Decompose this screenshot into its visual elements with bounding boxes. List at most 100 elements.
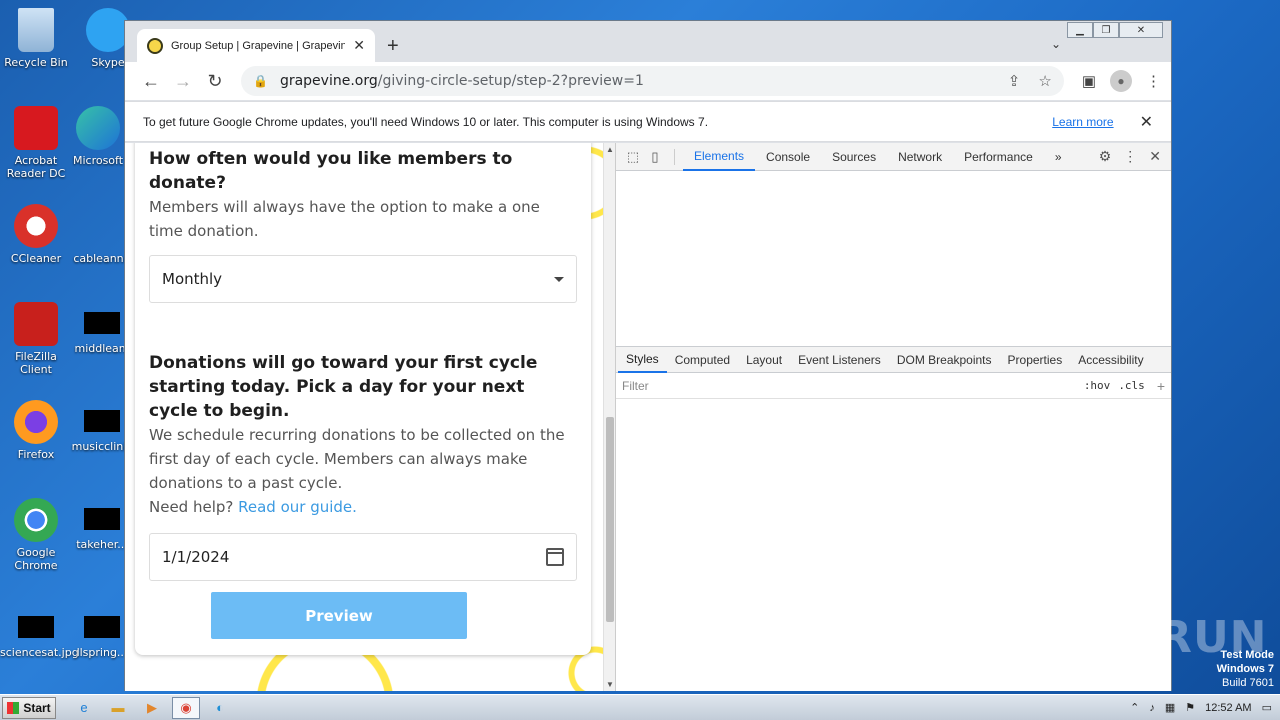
scroll-down-arrow-icon[interactable]: ▼ <box>606 680 614 689</box>
devtools-menu-icon[interactable]: ⋮ <box>1123 148 1137 165</box>
toolbar-right: ▣ ● ⋮ <box>1082 70 1161 92</box>
volume-icon[interactable]: ♪ <box>1149 702 1155 714</box>
infobar-close-icon[interactable]: ✕ <box>1140 112 1153 132</box>
browser-tab[interactable]: Group Setup | Grapevine | Grapevine ✕ <box>137 29 375 62</box>
edge-icon <box>76 106 120 150</box>
desktop-icon-recycle-bin[interactable]: Recycle Bin <box>0 8 72 69</box>
show-desktop-button[interactable]: ▭ <box>1262 701 1272 714</box>
taskbar-explorer-icon[interactable]: ▬ <box>104 697 132 719</box>
styles-tab-properties[interactable]: Properties <box>1000 347 1071 373</box>
browser-window: ▁ ❐ ✕ Group Setup | Grapevine | Grapevin… <box>124 20 1172 691</box>
minimize-button[interactable]: ▁ <box>1067 22 1093 38</box>
update-infobar: To get future Google Chrome updates, you… <box>125 101 1171 142</box>
taskbar-internet-explorer-icon[interactable]: e <box>70 697 98 719</box>
omnibox-actions: ⇪ ☆ <box>1008 72 1052 90</box>
windows-test-mode-notice: Test Mode Windows 7 Build 7601 <box>1217 648 1274 690</box>
forward-button[interactable]: → <box>167 66 199 96</box>
styles-tab-dom-breakpoints[interactable]: DOM Breakpoints <box>889 347 1000 373</box>
cycle-date-input[interactable]: 1/1/2024 <box>149 533 577 581</box>
styles-tab-event-listeners[interactable]: Event Listeners <box>790 347 889 373</box>
devtools-divider <box>674 148 675 165</box>
devtools-tab-sources[interactable]: Sources <box>821 143 887 171</box>
devtools-tab-performance[interactable]: Performance <box>953 143 1044 171</box>
new-tab-button[interactable]: + <box>387 35 399 58</box>
cycle-question-title: Donations will go toward your first cycl… <box>149 353 538 421</box>
styles-tab-computed[interactable]: Computed <box>667 347 738 373</box>
clock[interactable]: 12:52 AM <box>1205 702 1251 714</box>
tab-close-icon[interactable]: ✕ <box>353 37 365 54</box>
file-thumbnail-icon <box>84 410 120 432</box>
desktop-icon-firefox[interactable]: Firefox <box>0 400 72 461</box>
styles-tab-accessibility[interactable]: Accessibility <box>1070 347 1151 373</box>
settings-gear-icon[interactable]: ⚙ <box>1099 148 1112 165</box>
window-close-button[interactable]: ✕ <box>1119 22 1163 38</box>
side-panel-icon[interactable]: ▣ <box>1082 72 1096 90</box>
share-icon[interactable]: ⇪ <box>1008 72 1021 90</box>
network-icon[interactable]: ▦ <box>1165 701 1175 714</box>
file-icon <box>80 204 124 248</box>
taskbar-media-player-icon[interactable]: ▶ <box>138 697 166 719</box>
reload-button[interactable]: ↻ <box>199 66 231 96</box>
grapevine-favicon-icon <box>147 37 163 54</box>
profile-avatar-icon[interactable]: ● <box>1110 70 1132 92</box>
restore-button[interactable]: ❐ <box>1093 22 1119 38</box>
address-bar[interactable]: 🔒 grapevine.org/giving-circle-setup/step… <box>241 66 1064 96</box>
start-label: Start <box>23 700 51 715</box>
cls-toggle[interactable]: .cls <box>1118 379 1145 392</box>
window-controls: ▁ ❐ ✕ <box>1067 22 1163 38</box>
back-button[interactable]: ← <box>135 66 167 96</box>
scroll-up-arrow-icon[interactable]: ▲ <box>606 145 614 154</box>
devtools-tab-console[interactable]: Console <box>755 143 821 171</box>
preview-button[interactable]: Preview <box>211 592 467 639</box>
elements-dom-tree[interactable] <box>616 171 1171 347</box>
desktop-icon-ccleaner[interactable]: CCleaner <box>0 204 72 265</box>
taskbar-chrome-icon[interactable]: ◉ <box>172 696 200 719</box>
inspect-element-icon[interactable]: ⬚ <box>622 149 644 165</box>
device-toolbar-icon[interactable]: ▯ <box>644 149 666 165</box>
windows-version-line: Windows 7 <box>1216 663 1274 675</box>
devtools-tab-network[interactable]: Network <box>887 143 953 171</box>
file-thumbnail-icon <box>84 508 120 530</box>
styles-filter-input[interactable]: Filter <box>622 379 1076 393</box>
filezilla-icon <box>14 302 58 346</box>
new-style-rule-icon[interactable]: + <box>1157 378 1165 394</box>
ccleaner-icon <box>14 204 58 248</box>
desktop-icon-sciencesat[interactable]: sciencesat.jpg <box>0 606 79 659</box>
calendar-icon[interactable] <box>546 548 564 566</box>
tab-title: Group Setup | Grapevine | Grapevine <box>171 39 346 52</box>
devtools-tab-elements[interactable]: Elements <box>683 143 756 171</box>
chrome-menu-icon[interactable]: ⋮ <box>1146 72 1161 90</box>
hov-toggle[interactable]: :hov <box>1084 379 1111 392</box>
styles-tabbar: Styles Computed Layout Event Listeners D… <box>616 347 1171 373</box>
learn-more-link[interactable]: Learn more <box>1052 115 1113 129</box>
read-guide-link[interactable]: Read our guide. <box>238 498 357 516</box>
styles-tab-layout[interactable]: Layout <box>738 347 790 373</box>
tab-search-icon[interactable]: ⌄ <box>1051 37 1061 51</box>
desktop-icon-filezilla[interactable]: FileZilla Client <box>0 302 72 376</box>
windows-logo-icon <box>7 701 20 714</box>
test-mode-line: Test Mode <box>1220 649 1274 661</box>
lock-icon[interactable]: 🔒 <box>253 74 268 88</box>
taskbar-edge-icon[interactable]: ◐ <box>206 697 234 719</box>
devtools-more-tabs-icon[interactable]: » <box>1044 143 1073 171</box>
bookmark-star-icon[interactable]: ☆ <box>1038 72 1051 90</box>
taskbar: Start e ▬ ▶ ◉ ◐ ⌃ ♪ ▦ ⚑ 12:52 AM ▭ <box>0 694 1280 720</box>
devtools-close-icon[interactable]: ✕ <box>1149 148 1161 165</box>
devtools-tabbar: ⬚ ▯ Elements Console Sources Network Per… <box>616 143 1171 171</box>
start-button[interactable]: Start <box>2 696 56 719</box>
recycle-bin-icon <box>18 8 54 52</box>
web-page: How often would you like members to dona… <box>125 143 603 691</box>
devtools-panel: ⬚ ▯ Elements Console Sources Network Per… <box>615 143 1171 691</box>
file-thumbnail-icon <box>84 312 120 334</box>
frequency-select[interactable]: Monthly <box>149 255 577 303</box>
show-hidden-icons[interactable]: ⌃ <box>1130 701 1139 714</box>
action-center-flag-icon[interactable]: ⚑ <box>1185 701 1195 714</box>
url-text: grapevine.org/giving-circle-setup/step-2… <box>280 73 1008 89</box>
page-scrollbar[interactable]: ▲ ▼ <box>603 143 615 691</box>
scrollbar-thumb[interactable] <box>606 417 614 622</box>
build-line: Build 7601 <box>1222 677 1274 689</box>
devtools-actions: ⚙ ⋮ ✕ <box>1099 148 1171 165</box>
file-thumbnail-icon <box>84 616 120 638</box>
desktop-icon-google-chrome[interactable]: Google Chrome <box>0 498 72 572</box>
styles-tab-styles[interactable]: Styles <box>618 347 667 373</box>
